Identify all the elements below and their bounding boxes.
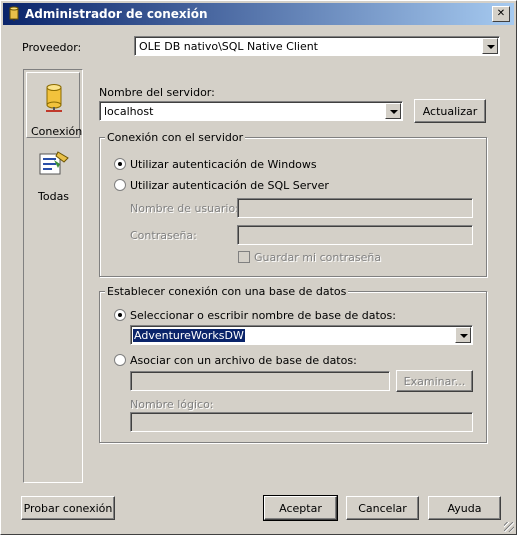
windows-auth-radio[interactable]: [114, 158, 126, 170]
cancel-button[interactable]: Cancelar: [346, 496, 419, 520]
select-database-label[interactable]: Seleccionar o escribir nombre de base de…: [130, 309, 396, 322]
database-name-combo[interactable]: AdventureWorksDW: [130, 325, 473, 345]
windows-auth-label[interactable]: Utilizar autenticación de Windows: [130, 158, 317, 171]
provider-combo[interactable]: OLE DB nativo\SQL Native Client: [134, 36, 500, 56]
server-name-combo[interactable]: localhost: [99, 101, 403, 121]
sidebar-item-connection[interactable]: Conexión: [26, 72, 83, 138]
server-name-value: localhost: [104, 105, 154, 118]
close-icon: ✕: [496, 8, 506, 19]
window-title: Administrador de conexión: [25, 7, 208, 21]
attach-database-radio[interactable]: [114, 354, 126, 366]
chevron-down-icon[interactable]: [385, 103, 401, 119]
ok-button[interactable]: Aceptar: [263, 495, 338, 521]
close-button[interactable]: ✕: [492, 6, 510, 22]
test-connection-button[interactable]: Probar conexión: [21, 496, 115, 520]
save-password-checkbox[interactable]: [238, 251, 250, 263]
properties-icon: [39, 151, 69, 175]
database-name-value: AdventureWorksDW: [133, 329, 245, 342]
username-label: Nombre de usuario:: [130, 202, 239, 215]
title-bar[interactable]: Administrador de conexión ✕: [3, 3, 514, 25]
refresh-button[interactable]: Actualizar: [414, 99, 486, 123]
logical-name-label: Nombre lógico:: [130, 398, 214, 411]
database-cylinder-icon: [46, 84, 62, 112]
sidebar: Conexión Todas: [23, 69, 83, 483]
password-field[interactable]: [237, 225, 473, 245]
sql-auth-radio[interactable]: [114, 179, 126, 191]
logical-name-field[interactable]: [130, 412, 473, 432]
sidebar-item-label: Todas: [38, 190, 70, 203]
database-group-title: Establecer conexión con una base de dato…: [105, 285, 349, 298]
provider-value: OLE DB nativo\SQL Native Client: [139, 40, 318, 53]
database-icon: [9, 6, 19, 21]
password-label: Contraseña:: [130, 229, 197, 242]
browse-button[interactable]: Examinar...: [396, 370, 473, 392]
server-name-label: Nombre del servidor:: [99, 86, 215, 99]
resize-grip[interactable]: [504, 522, 514, 532]
help-button[interactable]: Ayuda: [428, 496, 501, 520]
chevron-down-icon[interactable]: [482, 38, 498, 54]
server-logon-title: Conexión con el servidor: [105, 131, 246, 144]
connection-manager-dialog: Administrador de conexión ✕ Proveedor: O…: [0, 0, 517, 535]
save-password-label: Guardar mi contraseña: [254, 251, 382, 264]
sql-auth-label[interactable]: Utilizar autenticación de SQL Server: [130, 179, 329, 192]
chevron-down-icon[interactable]: [455, 327, 471, 343]
sidebar-item-all[interactable]: Todas: [26, 146, 80, 206]
sidebar-item-label: Conexión: [31, 125, 83, 138]
provider-label: Proveedor:: [22, 41, 82, 54]
select-database-radio[interactable]: [114, 309, 126, 321]
attach-file-field[interactable]: [130, 371, 390, 391]
username-field[interactable]: [237, 198, 473, 218]
attach-database-label[interactable]: Asociar con un archivo de base de datos:: [130, 354, 357, 367]
